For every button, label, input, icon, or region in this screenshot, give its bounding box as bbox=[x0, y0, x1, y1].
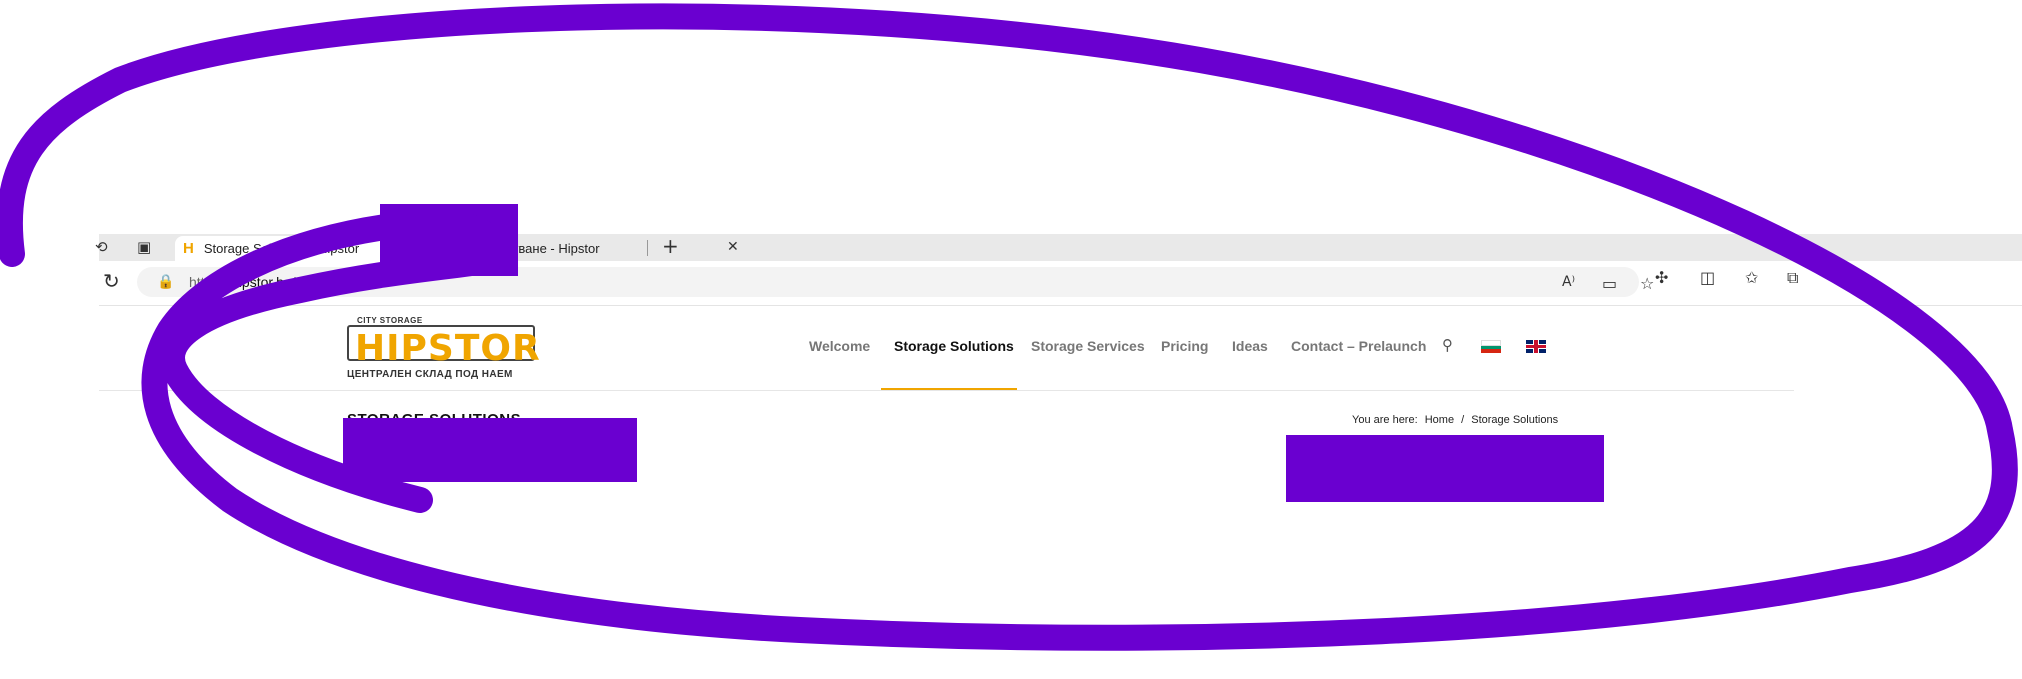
annotation-scribble bbox=[0, 3, 2018, 651]
